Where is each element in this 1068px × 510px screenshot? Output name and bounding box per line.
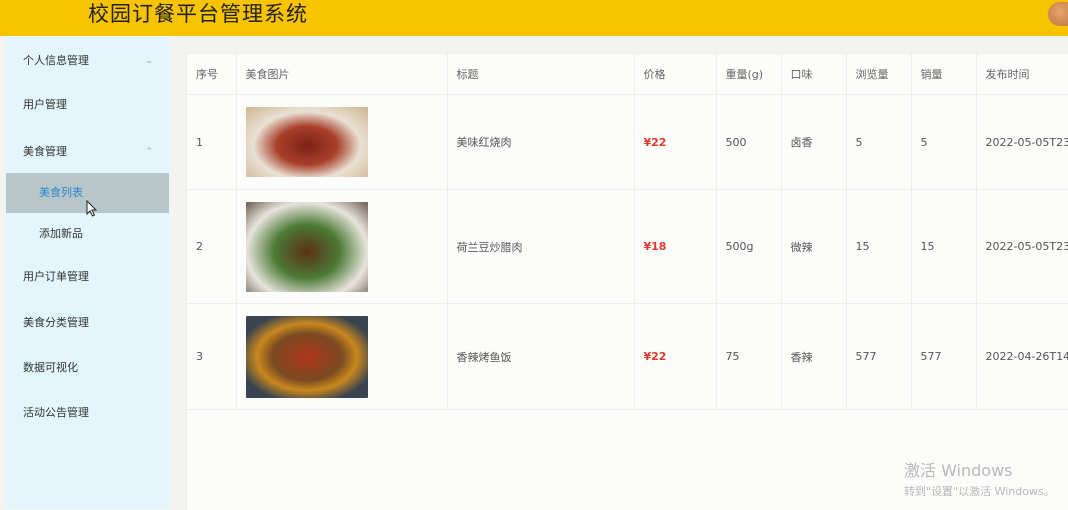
- sidebar-item-users[interactable]: 用户管理: [6, 90, 169, 120]
- column-header-sales[interactable]: 销量: [911, 54, 977, 95]
- watermark-line-1: 激活 Windows: [904, 461, 1013, 480]
- food-title: 荷兰豆炒腊肉: [447, 189, 635, 304]
- top-header: 校园订餐平台管理系统: [0, 0, 1068, 36]
- sidebar-item-add-food[interactable]: 添加新品: [6, 214, 169, 254]
- main-content: 序号 美食图片 标题 价格 重量(g) 口味 浏览量 销量 发布时间 1 美味红…: [186, 53, 1068, 510]
- sidebar-item-label: 美食管理: [23, 145, 67, 158]
- sidebar-item-food[interactable]: 美食管理 ⌃: [6, 137, 169, 167]
- table-row[interactable]: 1 美味红烧肉 ¥22 500 卤香 5 5 2022-05-05T23: [187, 94, 1068, 190]
- sidebar-item-label: 美食列表: [39, 186, 83, 199]
- food-sales: 577: [911, 303, 977, 410]
- food-sales: 5: [911, 94, 977, 190]
- food-table: 序号 美食图片 标题 价格 重量(g) 口味 浏览量 销量 发布时间 1 美味红…: [187, 54, 1068, 410]
- chevron-up-icon: ⌃: [145, 147, 153, 157]
- food-views: 577: [846, 303, 912, 410]
- sidebar-item-visualization[interactable]: 数据可视化: [6, 353, 169, 383]
- food-image[interactable]: [245, 107, 368, 177]
- column-header-views[interactable]: 浏览量: [846, 54, 912, 95]
- sidebar-item-label: 数据可视化: [23, 361, 78, 374]
- table-header-row: 序号 美食图片 标题 价格 重量(g) 口味 浏览量 销量 发布时间: [187, 54, 1068, 95]
- sidebar-item-profile[interactable]: 个人信息管理 ⌄: [6, 46, 169, 76]
- column-header-publish-time[interactable]: 发布时间: [976, 54, 1068, 95]
- food-views: 5: [846, 94, 912, 190]
- food-title: 美味红烧肉: [447, 94, 635, 190]
- food-image[interactable]: [245, 315, 368, 398]
- sidebar-item-label: 用户管理: [23, 98, 67, 111]
- food-weight: 75: [716, 303, 782, 410]
- table-row[interactable]: 3 香辣烤鱼饭 ¥22 75 香辣 577 577 2022-04-26T14: [187, 303, 1068, 410]
- column-header-image[interactable]: 美食图片: [236, 54, 448, 95]
- sidebar-item-announcements[interactable]: 活动公告管理: [6, 398, 169, 428]
- sidebar: 个人信息管理 ⌄ 用户管理 美食管理 ⌃ 美食列表 添加新品 用户订单管理 美食…: [6, 36, 169, 509]
- sidebar-item-label: 活动公告管理: [23, 406, 89, 419]
- food-price: ¥18: [634, 189, 717, 304]
- food-weight: 500g: [716, 189, 782, 304]
- chevron-down-icon: ⌄: [145, 56, 153, 66]
- row-index: 3: [187, 303, 237, 410]
- food-flavor: 微辣: [781, 189, 847, 304]
- column-header-flavor[interactable]: 口味: [781, 54, 847, 95]
- food-publish-time: 2022-05-05T23: [976, 189, 1068, 304]
- column-header-index[interactable]: 序号: [187, 54, 237, 95]
- food-image-cell: [236, 303, 448, 410]
- sidebar-item-categories[interactable]: 美食分类管理: [6, 308, 169, 338]
- food-image[interactable]: [245, 201, 368, 292]
- windows-activation-watermark: 激活 Windows 转到"设置"以激活 Windows。: [904, 457, 1055, 499]
- food-price: ¥22: [634, 94, 717, 190]
- row-index: 2: [187, 189, 237, 304]
- sidebar-item-label: 添加新品: [39, 227, 83, 240]
- table-row[interactable]: 2 荷兰豆炒腊肉 ¥18 500g 微辣 15 15 2022-05-05T23: [187, 189, 1068, 304]
- food-image-cell: [236, 189, 448, 304]
- food-publish-time: 2022-04-26T14: [976, 303, 1068, 410]
- food-flavor: 香辣: [781, 303, 847, 410]
- food-image-cell: [236, 94, 448, 190]
- row-index: 1: [187, 94, 237, 190]
- food-sales: 15: [911, 189, 977, 304]
- sidebar-item-label: 用户订单管理: [23, 270, 89, 283]
- app-title: 校园订餐平台管理系统: [88, 2, 308, 26]
- food-title: 香辣烤鱼饭: [447, 303, 635, 410]
- food-flavor: 卤香: [781, 94, 847, 190]
- food-weight: 500: [716, 94, 782, 190]
- column-header-price[interactable]: 价格: [634, 54, 717, 95]
- mouse-cursor-icon: [86, 200, 98, 217]
- sidebar-item-label: 美食分类管理: [23, 316, 89, 329]
- sidebar-item-orders[interactable]: 用户订单管理: [6, 262, 169, 292]
- user-avatar[interactable]: [1048, 2, 1068, 26]
- food-publish-time: 2022-05-05T23: [976, 94, 1068, 190]
- column-header-weight[interactable]: 重量(g): [716, 54, 782, 95]
- food-views: 15: [846, 189, 912, 304]
- watermark-line-2: 转到"设置"以激活 Windows。: [904, 485, 1055, 498]
- food-price: ¥22: [634, 303, 717, 410]
- sidebar-item-label: 个人信息管理: [23, 54, 89, 67]
- column-header-title[interactable]: 标题: [447, 54, 635, 95]
